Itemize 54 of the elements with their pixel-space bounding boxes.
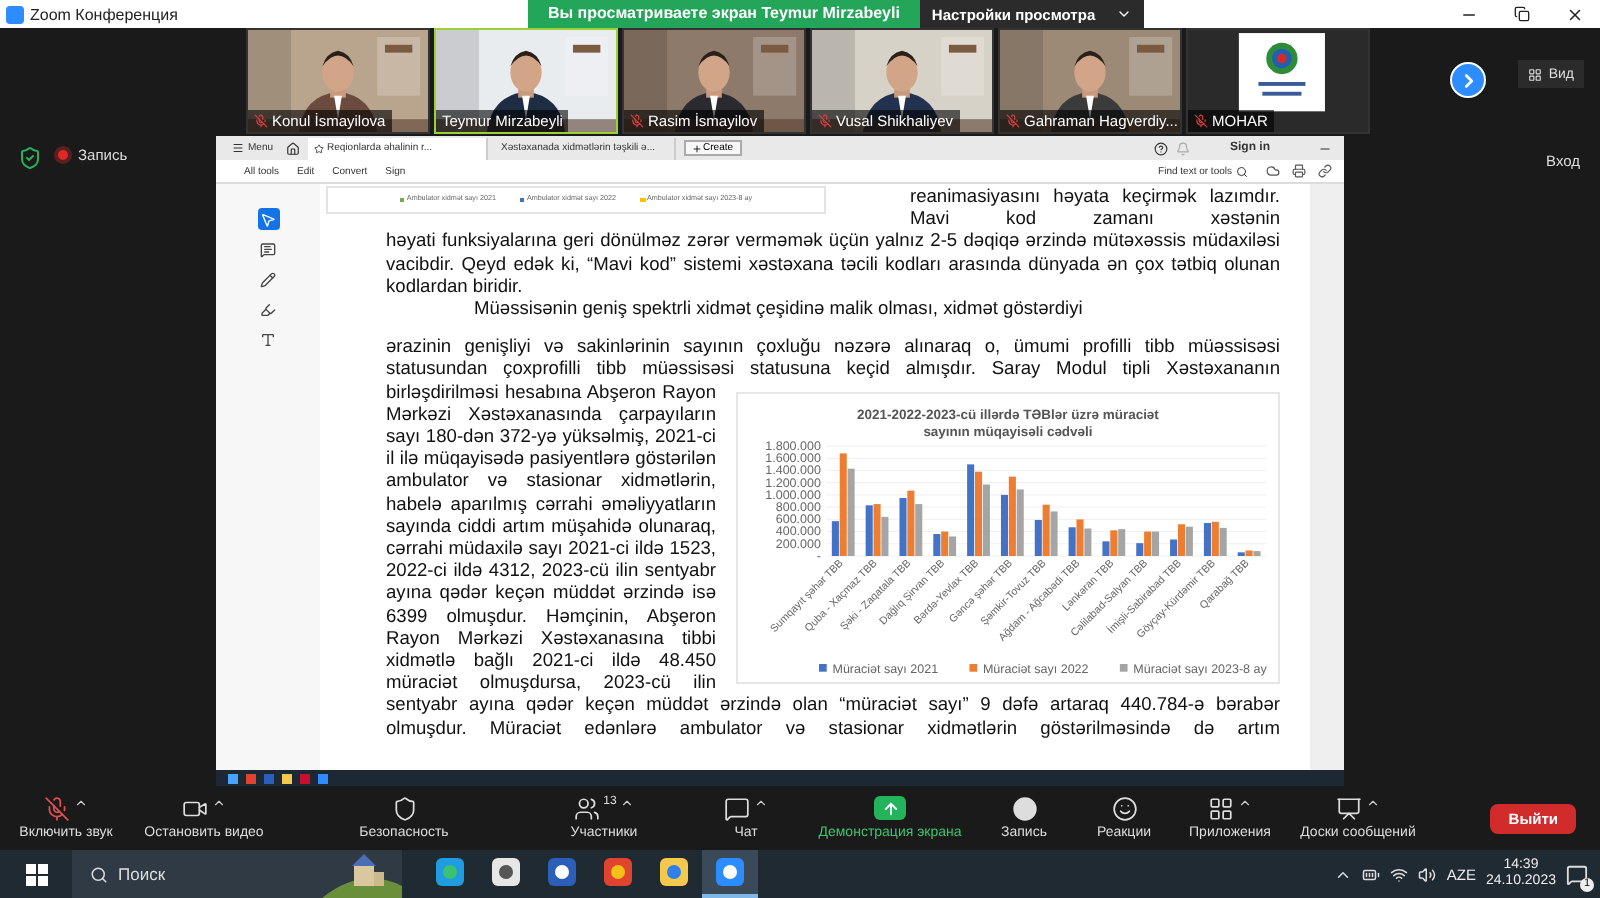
recording-dot-icon: [54, 146, 72, 164]
browser-icon: [436, 858, 464, 886]
paragraph: həyati funksiyalarına geri dönülməz zərər verməmək üçün yalnız 2-5 dəqiqə ərzində mütəxəssis müdaxiləsi vacibdir. Qeyd edək ki, “Mavi kod” sistemi xəstəxana təcili kodları arasında dünyada ən çox tətbiq olunan kodlardan biridir.: [386, 230, 1280, 299]
pencil-tool[interactable]: [257, 268, 279, 290]
comment-tool[interactable]: [257, 238, 279, 260]
home-icon[interactable]: [285, 141, 300, 155]
paragraph: sentyabr ayına qədər keçən müddət ərzində olan “müraciət sayı” 9 dəfə artaraq 440.784-ə bərabər olmuşdur. Müraciət edənlərə ambulator və stasionar xidmətlərin göstərilməsində də artım: [386, 694, 1280, 740]
smiley-icon: [1111, 796, 1137, 822]
video-camera-icon: [182, 796, 208, 822]
people-icon: [573, 796, 600, 822]
highlighter-tool[interactable]: [257, 298, 279, 320]
caret-icon: [1115, 6, 1132, 22]
caret-icon[interactable]: [212, 796, 226, 810]
grid-icon: [1528, 67, 1543, 81]
text-tool[interactable]: [257, 328, 279, 350]
apps-icon: [1208, 796, 1234, 822]
caret-icon[interactable]: [1238, 796, 1252, 810]
link-icon[interactable]: [1318, 164, 1332, 178]
cursor-tool[interactable]: [257, 208, 279, 230]
start-icon[interactable]: [228, 773, 238, 783]
record-icon: [1011, 796, 1037, 822]
close-icon[interactable]: [1566, 5, 1584, 23]
search-icon: [1236, 165, 1248, 177]
wifi-icon: [1390, 865, 1409, 883]
search-icon: [90, 865, 108, 883]
help-icon[interactable]: [1154, 141, 1168, 155]
printer-icon[interactable]: [1292, 164, 1306, 178]
caret-icon[interactable]: [754, 796, 768, 810]
chat-icon: [724, 796, 750, 822]
caret-icon[interactable]: [620, 796, 635, 810]
browser-icon: [604, 858, 632, 886]
app-logo-icon: [6, 5, 24, 23]
windows-logo-icon: [25, 863, 47, 885]
paragraph: Müəssisənin geniş spektrli xidmət çeşidinə malik olması, xidmət göstərdiyi: [472, 298, 1085, 321]
shield-icon: [391, 796, 417, 822]
share-screen-icon: [874, 796, 906, 820]
caret-icon[interactable]: [1366, 796, 1380, 810]
plus-icon: [691, 143, 702, 153]
menu-icon: [232, 142, 244, 154]
volume-icon[interactable]: [1418, 865, 1437, 883]
taskbar-app[interactable]: [702, 850, 758, 898]
restore-icon[interactable]: [1514, 5, 1530, 21]
paragraph: reanimasiyasını həyata keçirmək lazımdır. Mavi kod zamanı xəstənin: [910, 186, 1280, 231]
battery-icon: [1362, 865, 1381, 883]
screen-share-banner: Вы просматриваете экран Teymur Mirzabeyli: [527, 0, 920, 28]
whiteboard-icon: [1336, 796, 1362, 822]
next-page-button[interactable]: [1450, 62, 1486, 98]
caret-icon[interactable]: [74, 796, 88, 810]
notifications-icon[interactable]: [1566, 863, 1588, 885]
search-field[interactable]: Поиск: [72, 850, 402, 898]
shield-check-icon[interactable]: [18, 146, 42, 170]
cloud-icon[interactable]: [1266, 164, 1280, 178]
star-icon: [313, 143, 324, 153]
window-title: Zoom Конференция: [30, 5, 178, 23]
